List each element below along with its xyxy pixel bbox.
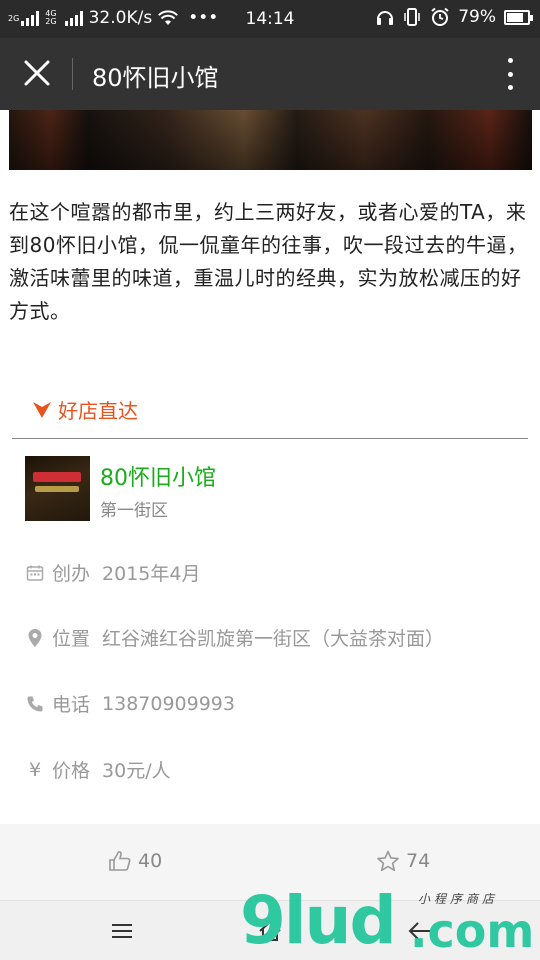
info-row-location[interactable]: 位置 红谷滩红谷凯旋第一街区（大益茶对面） [26,624,444,651]
vibrate-icon [404,8,420,26]
info-row-price: ¥ 价格 30元/人 [26,756,171,783]
title-bar: 80怀旧小馆 [0,38,540,110]
watermark: 9lud .com 小程序商店 [240,882,540,960]
section-title: 好店直达 [58,399,138,423]
shop-description: 在这个喧嚣的都市里，约上三两好友，或者心爱的TA，来到80怀旧小馆，侃一侃童年的… [9,200,528,323]
location-pin-icon [26,628,44,648]
calendar-icon [26,563,44,583]
thumbs-up-icon [109,851,131,871]
shop-area: 第一街区 [100,501,168,521]
watermark-suffix: .com [410,904,535,958]
more-menu-icon[interactable] [504,58,516,90]
page-title: 80怀旧小馆 [92,64,219,92]
info-value: 2015年4月 [102,563,201,585]
info-row-phone[interactable]: 电话 13870909993 [26,690,235,717]
info-value: 30元/人 [102,760,171,782]
info-row-founded: 创办 2015年4月 [26,559,200,586]
info-label: 电话 [52,694,91,716]
headset-icon [377,11,394,25]
section-header: 好店直达 [32,395,138,424]
alarm-icon [431,7,449,26]
close-icon[interactable] [20,56,54,90]
info-label: 创办 [52,563,91,585]
title-divider [72,58,73,90]
favorite-button[interactable]: 74 [376,850,430,872]
hero-image [9,110,532,170]
like-button[interactable]: 40 [108,850,162,872]
shop-thumbnail[interactable] [25,456,90,521]
star-icon [377,850,399,872]
shop-name-link[interactable]: 80怀旧小馆 [100,460,216,492]
status-bar: 2G 4G 2G 32.0K/s ••• 14:14 79% [0,0,540,38]
triangle-down-icon [33,401,51,418]
menu-icon[interactable] [110,919,134,943]
watermark-tagline: 小程序商店 [418,892,499,906]
battery-percent: 79% [458,7,496,27]
like-count: 40 [138,850,163,872]
info-value: 红谷滩红谷凯旋第一街区（大益茶对面） [102,628,445,650]
battery-icon [504,9,533,25]
phone-icon [26,694,44,714]
star-count: 74 [406,850,431,872]
watermark-brand: 9lud [240,882,397,959]
section-divider [12,438,528,439]
info-value: 13870909993 [102,692,235,715]
info-label: 位置 [52,628,91,650]
info-label: 价格 [52,760,91,782]
yen-icon: ¥ [28,758,42,781]
